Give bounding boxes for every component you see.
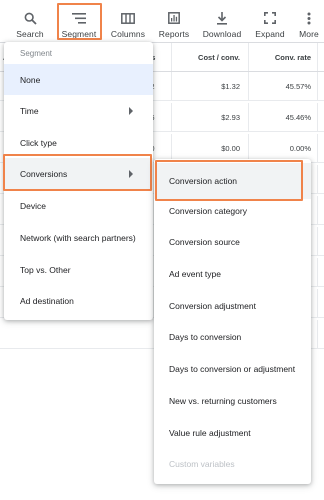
columns-label: Columns bbox=[110, 29, 146, 39]
menu-item-label: Days to conversion or adjustment bbox=[169, 363, 296, 374]
row-cost-per-conv: $0.00 bbox=[221, 143, 240, 153]
conversion-action-highlight bbox=[155, 160, 303, 201]
expand-icon bbox=[264, 11, 276, 25]
segment-item-device[interactable]: Device bbox=[4, 190, 153, 221]
menu-item-label: Click type bbox=[20, 137, 57, 148]
menu-item-label: Device bbox=[20, 200, 46, 211]
segment-item-top-vs-other[interactable]: Top vs. Other bbox=[4, 254, 153, 285]
search-icon bbox=[24, 11, 37, 25]
conversions-item-custom-variables: Custom variables bbox=[154, 448, 311, 479]
row-cost-per-conv: $1.32 bbox=[221, 81, 240, 91]
menu-item-label: Conversion adjustment bbox=[169, 300, 256, 311]
segment-menu-header: Segment bbox=[20, 48, 53, 58]
expand-button[interactable]: Expand bbox=[250, 0, 290, 42]
reports-button[interactable]: Reports bbox=[154, 0, 194, 42]
menu-item-label: Top vs. Other bbox=[20, 264, 71, 275]
row-cost-per-conv: $2.93 bbox=[221, 112, 240, 122]
menu-item-label: Time bbox=[20, 106, 39, 116]
segment-item-ad-destination[interactable]: Ad destination bbox=[4, 285, 153, 316]
menu-item-label: Ad event type bbox=[169, 268, 221, 279]
conversions-highlight bbox=[3, 154, 152, 191]
row-conv-rate: 45.46% bbox=[285, 112, 311, 122]
conversions-item-new-vs-returning[interactable]: New vs. returning customers bbox=[154, 385, 311, 416]
conversions-item-adjustment[interactable]: Conversion adjustment bbox=[154, 290, 311, 321]
menu-item-label: Conversion source bbox=[169, 236, 240, 247]
segment-item-time[interactable]: Time bbox=[4, 95, 153, 127]
menu-item-label: New vs. returning customers bbox=[169, 395, 277, 406]
row-conv-rate: 0.00% bbox=[289, 143, 311, 153]
download-label: Download bbox=[202, 29, 242, 39]
conversions-submenu: Conversion action Conversion category Co… bbox=[154, 159, 311, 484]
menu-item-label: Ad destination bbox=[20, 295, 74, 306]
conversions-item-ad-event-type[interactable]: Ad event type bbox=[154, 258, 311, 289]
menu-item-label: Conversion category bbox=[169, 205, 247, 216]
row-conv-rate: 45.57% bbox=[285, 81, 311, 91]
download-icon bbox=[216, 11, 228, 25]
conversions-item-days-to-conversion-or-adjustment[interactable]: Days to conversion or adjustment bbox=[154, 353, 311, 384]
menu-item-label: None bbox=[20, 74, 41, 85]
chevron-right-icon bbox=[129, 107, 133, 115]
conversions-item-value-rule-adjustment[interactable]: Value rule adjustment bbox=[154, 417, 311, 448]
segment-item-network[interactable]: Network (with search partners) bbox=[4, 222, 153, 253]
more-button[interactable]: More bbox=[294, 0, 324, 42]
segment-item-none[interactable]: None bbox=[4, 64, 153, 95]
more-label: More bbox=[299, 29, 319, 39]
header-conv-rate[interactable]: Conv. rate bbox=[252, 43, 311, 71]
menu-item-label: Value rule adjustment bbox=[169, 427, 251, 438]
header-cost-per-conv[interactable]: Cost / conv. bbox=[176, 43, 240, 71]
conversions-item-days-to-conversion[interactable]: Days to conversion bbox=[154, 321, 311, 352]
more-icon bbox=[307, 11, 311, 25]
columns-button[interactable]: Columns bbox=[106, 0, 150, 42]
download-button[interactable]: Download bbox=[200, 0, 244, 42]
menu-item-label: Network (with search partners) bbox=[20, 232, 136, 243]
menu-item-label: Custom variables bbox=[169, 458, 235, 469]
search-button[interactable]: Search bbox=[10, 0, 50, 42]
reports-label: Reports bbox=[158, 29, 190, 39]
columns-icon bbox=[121, 11, 135, 25]
reports-icon bbox=[168, 11, 180, 25]
conversions-item-source[interactable]: Conversion source bbox=[154, 226, 311, 257]
segment-highlight bbox=[57, 3, 102, 40]
toolbar: Search Segment Columns Reports Download … bbox=[0, 0, 324, 42]
menu-item-label: Days to conversion bbox=[169, 331, 242, 342]
expand-label: Expand bbox=[255, 29, 285, 39]
search-label: Search bbox=[16, 29, 44, 39]
